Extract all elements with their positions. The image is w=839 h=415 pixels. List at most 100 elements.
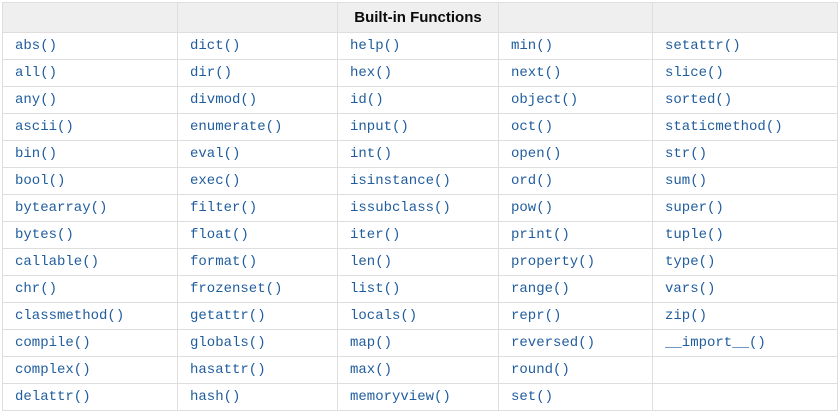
builtin-functions-tbody: abs() dict() help() min() setattr() all() dir(… xyxy=(2,32,838,411)
builtin-function-cell: enumerate() xyxy=(177,113,338,141)
builtin-function-link[interactable]: divmod() xyxy=(190,92,257,108)
builtin-function-link[interactable]: compile() xyxy=(15,335,91,351)
builtin-function-link[interactable]: set() xyxy=(511,389,553,405)
builtin-function-link[interactable]: complex() xyxy=(15,362,91,378)
builtin-function-link[interactable]: oct() xyxy=(511,119,553,135)
builtin-function-link[interactable]: enumerate() xyxy=(190,119,282,135)
builtin-function-link[interactable]: vars() xyxy=(665,281,715,297)
builtin-function-cell: dir() xyxy=(177,59,338,87)
builtin-function-cell: compile() xyxy=(2,329,178,357)
builtin-function-link[interactable]: sum() xyxy=(665,173,707,189)
builtin-function-link[interactable]: repr() xyxy=(511,308,561,324)
builtin-function-link[interactable]: id() xyxy=(350,92,384,108)
builtin-function-link[interactable]: setattr() xyxy=(665,38,741,54)
builtin-function-link[interactable]: exec() xyxy=(190,173,240,189)
builtin-function-link[interactable]: getattr() xyxy=(190,308,266,324)
builtin-function-cell: all() xyxy=(2,59,178,87)
builtin-function-cell: float() xyxy=(177,221,338,249)
builtin-function-link[interactable]: float() xyxy=(190,227,249,243)
builtin-function-cell: hasattr() xyxy=(177,356,338,384)
table-title: Built-in Functions xyxy=(337,2,499,33)
builtin-function-link[interactable]: bytes() xyxy=(15,227,74,243)
builtin-function-link[interactable]: iter() xyxy=(350,227,400,243)
builtin-function-link[interactable]: int() xyxy=(350,146,392,162)
table-row: bool() exec() isinstance() ord() sum() xyxy=(2,167,838,195)
builtin-function-link[interactable]: isinstance() xyxy=(350,173,451,189)
builtin-function-cell: super() xyxy=(652,194,838,222)
builtin-function-link[interactable]: dict() xyxy=(190,38,240,54)
header-cell-empty-1 xyxy=(2,2,178,33)
builtin-function-cell: memoryview() xyxy=(337,383,499,411)
builtin-function-cell: object() xyxy=(498,86,653,114)
builtin-function-cell: property() xyxy=(498,248,653,276)
builtin-function-link[interactable]: sorted() xyxy=(665,92,732,108)
builtin-function-link[interactable]: slice() xyxy=(665,65,724,81)
builtin-function-link[interactable]: min() xyxy=(511,38,553,54)
builtin-function-link[interactable]: staticmethod() xyxy=(665,119,783,135)
builtin-function-link[interactable]: reversed() xyxy=(511,335,595,351)
builtin-function-link[interactable]: super() xyxy=(665,200,724,216)
builtin-function-link[interactable]: hash() xyxy=(190,389,240,405)
builtin-function-link[interactable]: bin() xyxy=(15,146,57,162)
builtin-functions-table: Built-in Functions abs() dict() help() min(… xyxy=(2,2,838,411)
builtin-function-link[interactable]: range() xyxy=(511,281,570,297)
builtin-function-link[interactable]: len() xyxy=(350,254,392,270)
builtin-function-cell: any() xyxy=(2,86,178,114)
table-row: classmethod() getattr() locals() repr() zip(… xyxy=(2,302,838,330)
builtin-function-link[interactable]: issubclass() xyxy=(350,200,451,216)
builtin-function-link[interactable]: property() xyxy=(511,254,595,270)
builtin-function-link[interactable]: ord() xyxy=(511,173,553,189)
builtin-function-link[interactable]: classmethod() xyxy=(15,308,124,324)
table-row: delattr() hash() memoryview() set() xyxy=(2,383,838,411)
builtin-function-cell: __import__() xyxy=(652,329,838,357)
builtin-function-link[interactable]: str() xyxy=(665,146,707,162)
builtin-function-link[interactable]: filter() xyxy=(190,200,257,216)
builtin-function-link[interactable]: input() xyxy=(350,119,409,135)
builtin-function-link[interactable]: frozenset() xyxy=(190,281,282,297)
builtin-function-link[interactable]: chr() xyxy=(15,281,57,297)
builtin-function-link[interactable]: type() xyxy=(665,254,715,270)
builtin-function-cell: reversed() xyxy=(498,329,653,357)
builtin-function-link[interactable]: memoryview() xyxy=(350,389,451,405)
builtin-function-cell: min() xyxy=(498,32,653,60)
builtin-function-link[interactable]: format() xyxy=(190,254,257,270)
builtin-function-link[interactable]: list() xyxy=(350,281,400,297)
builtin-function-cell: hex() xyxy=(337,59,499,87)
builtin-function-cell: getattr() xyxy=(177,302,338,330)
table-row: compile() globals() map() reversed() __impor… xyxy=(2,329,838,357)
builtin-function-link[interactable]: locals() xyxy=(350,308,417,324)
builtin-function-cell: bin() xyxy=(2,140,178,168)
builtin-function-link[interactable]: any() xyxy=(15,92,57,108)
builtin-function-link[interactable]: object() xyxy=(511,92,578,108)
builtin-function-cell: chr() xyxy=(2,275,178,303)
builtin-function-link[interactable]: bytearray() xyxy=(15,200,107,216)
builtin-function-link[interactable]: help() xyxy=(350,38,400,54)
builtin-function-link[interactable]: eval() xyxy=(190,146,240,162)
builtin-function-link[interactable]: open() xyxy=(511,146,561,162)
builtin-function-link[interactable]: ascii() xyxy=(15,119,74,135)
builtin-function-link[interactable]: print() xyxy=(511,227,570,243)
builtin-function-link[interactable]: next() xyxy=(511,65,561,81)
builtin-function-link[interactable]: delattr() xyxy=(15,389,91,405)
builtin-function-link[interactable]: hasattr() xyxy=(190,362,266,378)
builtin-function-cell: input() xyxy=(337,113,499,141)
builtin-function-link[interactable]: hex() xyxy=(350,65,392,81)
builtin-function-cell: slice() xyxy=(652,59,838,87)
builtin-function-link[interactable]: map() xyxy=(350,335,392,351)
builtin-function-link[interactable]: globals() xyxy=(190,335,266,351)
builtin-function-link[interactable]: __import__() xyxy=(665,335,766,351)
builtin-function-link[interactable]: dir() xyxy=(190,65,232,81)
builtin-function-link[interactable]: zip() xyxy=(665,308,707,324)
builtin-function-link[interactable]: tuple() xyxy=(665,227,724,243)
builtin-function-cell: exec() xyxy=(177,167,338,195)
builtin-function-link[interactable]: all() xyxy=(15,65,57,81)
builtin-function-link[interactable]: bool() xyxy=(15,173,65,189)
builtin-function-link[interactable]: abs() xyxy=(15,38,57,54)
builtin-function-cell: classmethod() xyxy=(2,302,178,330)
table-row: bin() eval() int() open() str() xyxy=(2,140,838,168)
builtin-function-link[interactable]: callable() xyxy=(15,254,99,270)
builtin-function-cell: hash() xyxy=(177,383,338,411)
builtin-function-link[interactable]: max() xyxy=(350,362,392,378)
builtin-function-link[interactable]: pow() xyxy=(511,200,553,216)
builtin-function-link[interactable]: round() xyxy=(511,362,570,378)
